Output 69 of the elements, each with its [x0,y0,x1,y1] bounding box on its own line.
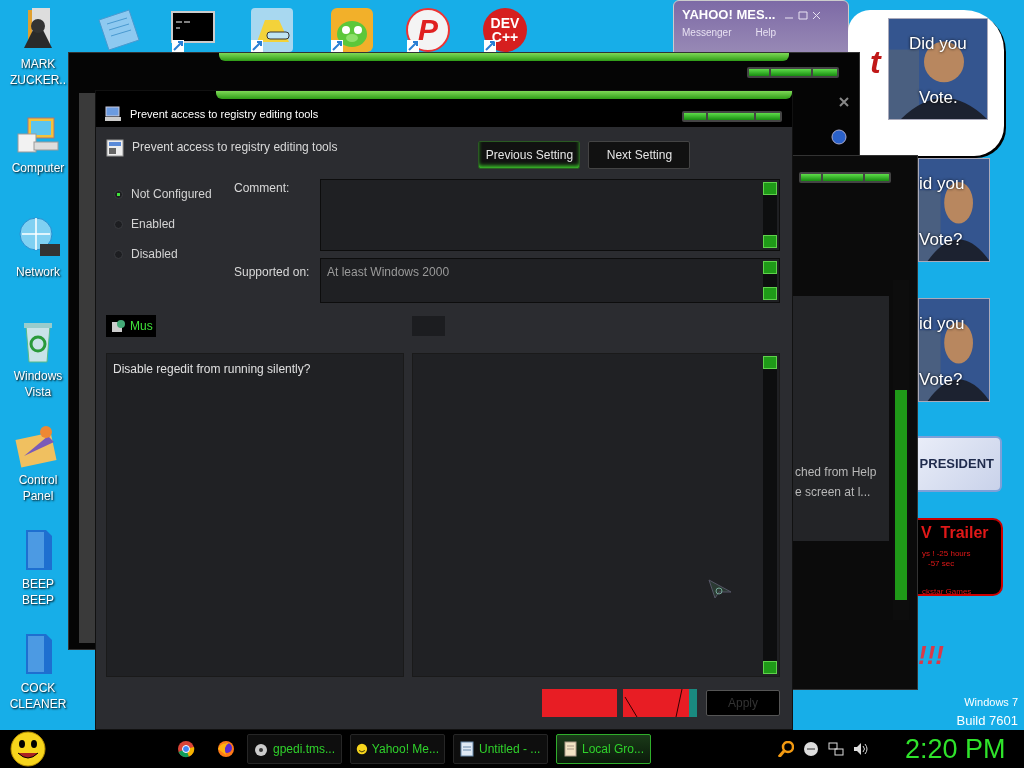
gear-icon [253,741,269,757]
clock: 2:20 PM [905,732,1006,766]
radio-button[interactable] [114,189,123,199]
field-label: Supported on: [234,264,311,281]
overlay-text: Vote? [919,231,963,249]
nav-button[interactable]: Next Setting [588,141,691,169]
window-title: Prevent access to registry editing tools [130,106,319,122]
radio-label: Not Configured [131,186,212,203]
computer-icon [104,106,122,122]
field-label: Comment: [234,180,291,197]
overlay-text: Vote? [919,371,963,389]
gadget-text: ckstar Games [922,586,972,598]
folder-icon[interactable] [249,6,295,54]
help-text: ched from Help [795,464,877,481]
gadget-title: V Trailer [921,523,989,543]
close-icon[interactable] [839,97,849,107]
logo-text: C++ [491,30,519,44]
volume-icon[interactable] [853,741,869,757]
overlay-text: id you [919,315,965,333]
icon-label: Network [15,264,61,280]
bubble-text: t [870,43,881,82]
president-banner[interactable]: PRESIDENT [918,436,1002,492]
field-value: At least Windows 2000 [327,264,450,281]
overlay-text: Vote. [919,89,958,107]
settings-page-icon [106,139,124,157]
os-watermark: Windows 7 [964,695,1018,710]
taskbar-button[interactable]: gpedi.tms... [247,734,342,764]
help-icon[interactable] [831,129,847,145]
icon-label: Control Panel [17,472,59,504]
pig-icon[interactable] [329,6,375,54]
dev-cpp-icon[interactable] [482,6,528,54]
comment-field[interactable] [320,179,780,251]
scroll-icon [562,741,578,757]
network-icon[interactable] [828,741,844,757]
cursor-icon [707,578,733,600]
window-controls[interactable] [799,172,891,183]
browser-icon[interactable] [177,740,195,758]
icon-label: COCK CLEANER [8,680,68,712]
radio-label: Enabled [131,216,176,233]
options-icon [110,318,126,334]
fox-browser-icon[interactable] [217,740,235,758]
logo-text: DEV [490,16,520,30]
taskbar-button[interactable]: Yahoo! Me... [350,734,445,764]
gadget-text: -57 sec [928,558,955,570]
icon-label: Computer [10,160,66,176]
logo-text: P [418,14,438,46]
setting-heading: Prevent access to registry editing tools [132,139,338,156]
window-controls[interactable] [747,67,839,78]
window-title: YAHOO! MES... [682,6,776,24]
taskbar-button[interactable]: Untitled - ... [453,734,548,764]
notes-icon[interactable] [95,6,141,54]
search-icon[interactable] [778,741,794,757]
radio-label: Disabled [131,246,178,263]
icon-label: BEEP BEEP [21,576,55,608]
taskbar-button[interactable]: Local Gro... [556,734,651,764]
window-controls[interactable] [682,111,782,122]
exclamation-text: !!! [918,639,944,672]
help-text: e screen at l... [795,484,871,501]
section-tab[interactable]: Mus [106,315,156,337]
notepad-icon [459,741,475,757]
icon-label: MARK ZUCKER.. [9,56,67,88]
overlay-text: id you [919,175,965,193]
os-watermark: Build 7601 [956,712,1018,730]
nav-button[interactable]: Previous Setting [478,141,581,169]
scroll-thumb[interactable] [895,390,907,600]
gadget-text: ys ! -25 hours [922,548,971,560]
help-text: Disable regedit from running silently? [112,361,312,378]
p-logo-icon[interactable] [405,6,451,54]
icon-label: Windows Vista [12,368,64,400]
